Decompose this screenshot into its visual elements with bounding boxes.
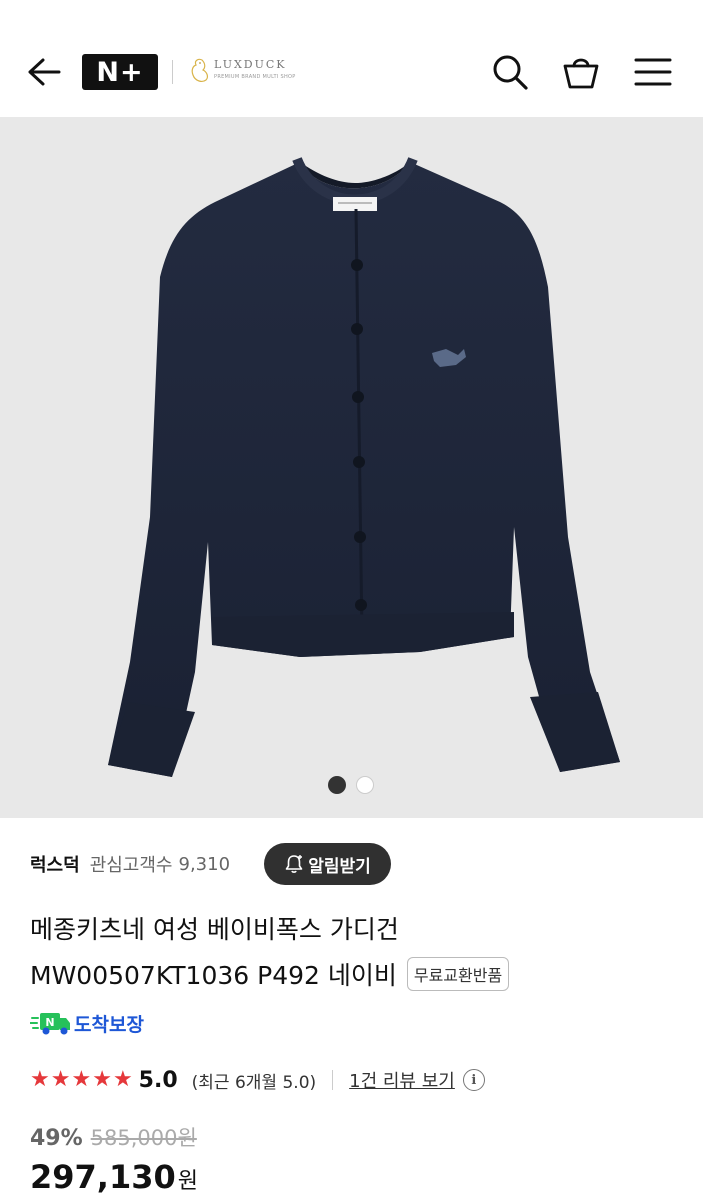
arrow-left-icon — [28, 58, 61, 86]
duck-logo-icon — [191, 58, 209, 82]
alert-subscribe-button[interactable]: 알림받기 — [264, 843, 391, 885]
view-reviews-link[interactable]: 1건 리뷰 보기 — [349, 1067, 455, 1093]
sale-price: 297,130 — [30, 1158, 176, 1196]
star-rating: ★ ★ ★ ★ ★ — [30, 1069, 133, 1091]
luxduck-tagline: PREMIUM BRAND MULTI SHOP — [214, 74, 296, 80]
star-icon: ★ — [71, 1067, 92, 1092]
hamburger-menu-icon — [634, 58, 672, 86]
carousel-indicator — [328, 776, 374, 794]
star-icon: ★ — [30, 1067, 50, 1092]
menu-button[interactable] — [631, 50, 675, 94]
bell-plus-icon — [285, 855, 303, 873]
carousel-dot-2[interactable] — [356, 776, 374, 794]
original-price: 585,000원 — [90, 1126, 197, 1150]
product-title-line2-row: MW00507KT1036 P492 네이비 무료교환반품 — [30, 956, 510, 992]
discount-info: 49% 585,000원 — [30, 1122, 197, 1152]
back-button[interactable] — [24, 50, 64, 94]
rating-summary: ★ ★ ★ ★ ★ 5.0 (최근 6개월 5.0) 1건 리뷰 보기 i — [30, 1063, 485, 1097]
top-header: N+ LUXDUCK PREMIUM BRAND MULTI SHOP — [0, 0, 703, 117]
sale-price-row: 297,130 원 — [30, 1158, 198, 1200]
recent-rating: (최근 6개월 5.0) — [191, 1072, 317, 1093]
naver-plus-logo[interactable]: N+ — [82, 54, 158, 90]
rating-divider — [332, 1070, 334, 1090]
star-icon: ★ — [112, 1067, 133, 1092]
luxduck-logo[interactable]: LUXDUCK PREMIUM BRAND MULTI SHOP — [188, 54, 298, 90]
free-return-badge: 무료교환반품 — [406, 957, 510, 991]
header-divider — [172, 60, 173, 84]
discount-rate: 49% — [30, 1126, 83, 1151]
cardigan-product-image — [108, 156, 620, 777]
search-button[interactable] — [488, 50, 532, 94]
arrival-guarantee[interactable]: N 도착보장 — [30, 1008, 144, 1038]
currency-unit: 원 — [177, 1169, 198, 1194]
shopping-bag-button[interactable] — [559, 50, 603, 94]
watchers-label: 관심고객수 — [89, 855, 173, 876]
carousel-dot-1[interactable] — [328, 776, 346, 794]
alert-button-label: 알림받기 — [308, 856, 371, 877]
product-image-gallery[interactable] — [0, 117, 703, 818]
luxduck-name: LUXDUCK — [214, 58, 287, 71]
product-title-line2: MW00507KT1036 P492 네이비 — [30, 961, 397, 990]
search-icon — [493, 55, 528, 90]
shopping-bag-icon — [563, 58, 599, 89]
star-icon: ★ — [92, 1067, 112, 1092]
star-icon: ★ — [50, 1067, 71, 1092]
seller-info: 럭스덕 관심고객수 9,310 — [30, 844, 230, 884]
watchers-count: 9,310 — [178, 853, 231, 875]
arrival-guarantee-label: 도착보장 — [74, 1013, 144, 1036]
svg-text:N: N — [45, 1016, 54, 1029]
info-icon[interactable]: i — [462, 1069, 485, 1091]
rating-score: 5.0 — [138, 1067, 178, 1093]
seller-name-link[interactable]: 럭스덕 — [30, 851, 80, 877]
delivery-truck-icon: N — [30, 1013, 70, 1035]
product-title-line1: 메종키츠네 여성 베이비폭스 가디건 — [30, 915, 399, 944]
